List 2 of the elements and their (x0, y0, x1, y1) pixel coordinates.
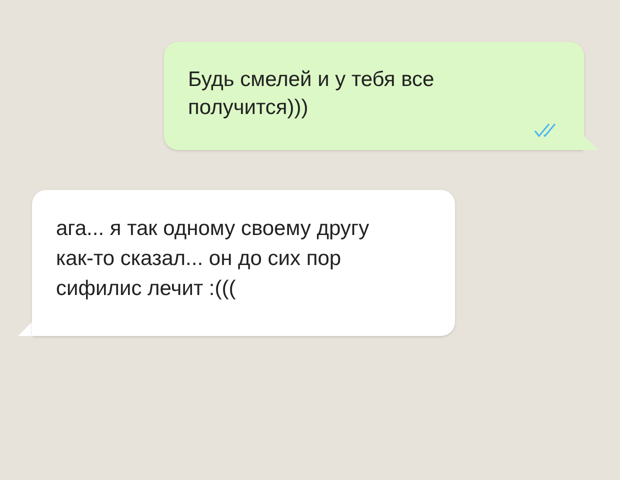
message-text: Будь смелей и у тебя все получится))) (188, 67, 436, 121)
message-text: ага... я так одному своему другу как-то сказал... он до сих пор сифилис лечит :((( (56, 216, 370, 302)
